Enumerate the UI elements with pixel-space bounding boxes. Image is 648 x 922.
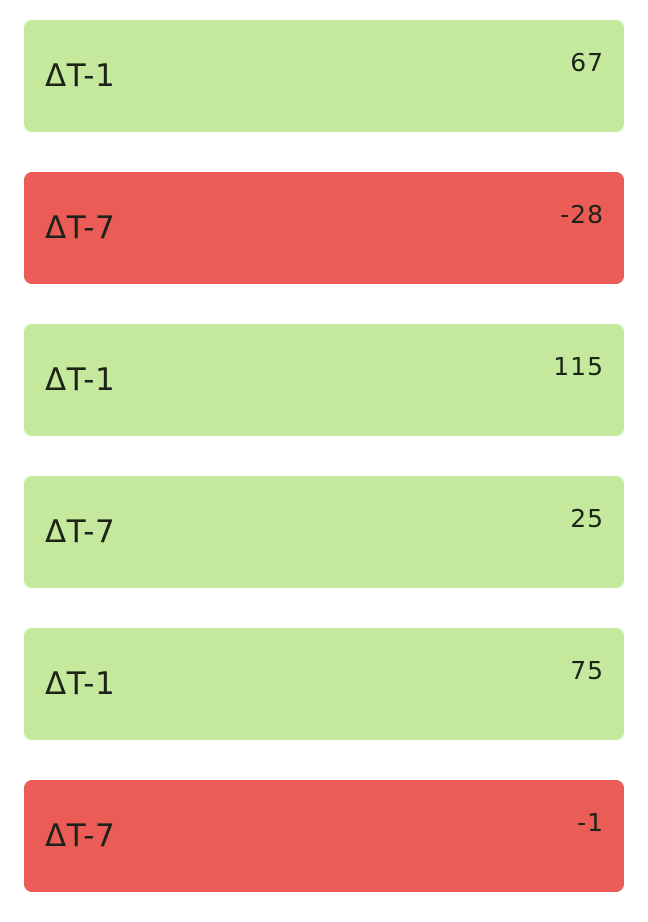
delta-label: ΔT-1 xyxy=(45,666,116,702)
delta-label: ΔT-7 xyxy=(45,818,116,854)
delta-label: ΔT-7 xyxy=(45,514,116,550)
delta-value: 75 xyxy=(570,656,604,685)
delta-value: 67 xyxy=(570,48,604,77)
delta-label: ΔT-1 xyxy=(45,362,116,398)
delta-card-list: ΔT-1 67 ΔT-7 -28 ΔT-1 115 ΔT-7 25 ΔT-1 7… xyxy=(24,20,624,892)
delta-value: 115 xyxy=(553,352,604,381)
delta-card: ΔT-1 115 xyxy=(24,324,624,436)
delta-card: ΔT-7 -28 xyxy=(24,172,624,284)
delta-card: ΔT-1 67 xyxy=(24,20,624,132)
delta-value: -28 xyxy=(560,200,604,229)
delta-card: ΔT-1 75 xyxy=(24,628,624,740)
delta-card: ΔT-7 -1 xyxy=(24,780,624,892)
delta-value: 25 xyxy=(570,504,604,533)
delta-value: -1 xyxy=(577,808,604,837)
delta-label: ΔT-7 xyxy=(45,210,116,246)
delta-label: ΔT-1 xyxy=(45,58,116,94)
delta-card: ΔT-7 25 xyxy=(24,476,624,588)
